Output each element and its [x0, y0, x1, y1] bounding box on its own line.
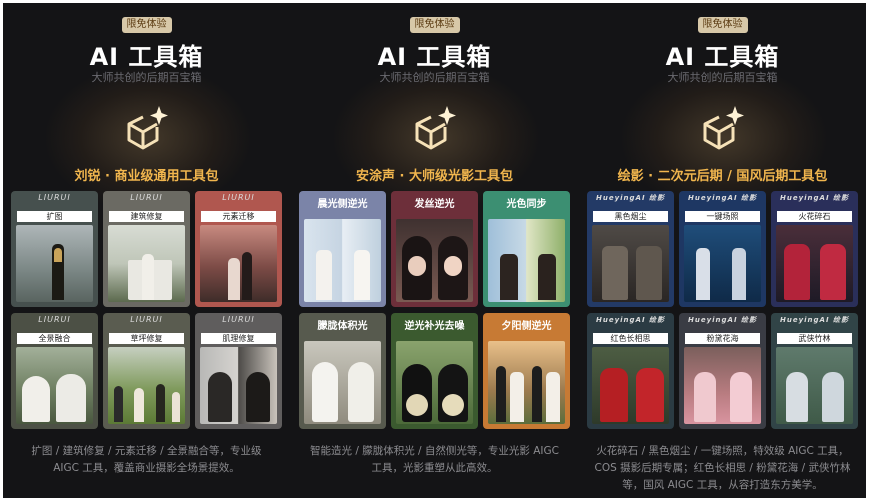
free-trial-badge[interactable]: 限免体验	[121, 17, 172, 33]
panel-description: 火花碎石 / 黑色烟尘 / 一键场照，特效级 AIGC 工具，COS 摄影后期专…	[594, 445, 851, 491]
toolbox-panel-liurui: 限免体验 AI 工具箱 大师共创的后期百宝箱 刘锐 · 商业级通用工具包 LIU…	[3, 3, 290, 498]
package-name: 刘锐 · 商业级通用工具包	[74, 169, 219, 184]
tool-grid: 晨光侧逆光 发丝逆光 光色同步 朦胧体积光 逆光补光去噪 夕阳侧逆光	[299, 191, 570, 431]
package-name: 安涂声 · 大师级光影工具包	[356, 169, 513, 184]
tool-card[interactable]: HueyingAI 绘影 黑色烟尘	[587, 191, 674, 307]
panel-title: AI 工具箱	[377, 43, 492, 71]
panel-subtitle: 大师共创的后期百宝箱	[667, 71, 778, 84]
tool-preview-image	[304, 219, 381, 302]
tool-label: 武侠竹林	[777, 333, 852, 344]
free-trial-badge[interactable]: 限免体验	[697, 17, 748, 33]
panel-subtitle: 大师共创的后期百宝箱	[91, 71, 202, 84]
cube-sparkle-icon	[127, 106, 168, 150]
brand-logo: HueyingAI 绘影	[687, 316, 757, 324]
tool-card[interactable]: LIURUI 全景融合	[11, 313, 98, 429]
tool-preview-image	[592, 225, 669, 302]
tool-preview-image	[684, 347, 761, 424]
tool-card[interactable]: LIURUI 肌理修复	[195, 313, 282, 429]
brand-logo: HueyingAI 绘影	[779, 316, 849, 324]
tool-grid: LIURUI 扩图 LIURUI 建筑修复 LIURUI 元素迁移 LIURUI…	[11, 191, 282, 431]
tool-label: 粉黛花海	[685, 333, 760, 344]
brand-logo: LIURUI	[130, 315, 163, 324]
tool-label: 建筑修复	[109, 211, 184, 222]
panel-subtitle: 大师共创的后期百宝箱	[379, 71, 490, 84]
tool-card[interactable]: LIURUI 草坪修复	[103, 313, 190, 429]
tool-preview-image	[488, 341, 565, 424]
promo-banner: 限免体验 AI 工具箱 大师共创的后期百宝箱 刘锐 · 商业级通用工具包 LIU…	[3, 3, 866, 498]
tool-label: 肌理修复	[201, 333, 276, 344]
tool-label: 发丝逆光	[414, 199, 455, 210]
tool-label: 夕阳侧逆光	[501, 321, 552, 332]
panel-title: AI 工具箱	[89, 43, 204, 71]
tool-preview-image	[592, 347, 669, 424]
tool-preview-image	[16, 225, 93, 302]
tool-preview-image	[304, 341, 381, 424]
tool-card[interactable]: 光色同步	[483, 191, 570, 307]
tool-preview-image	[16, 347, 93, 424]
toolbox-panel-antusheng: 限免体验 AI 工具箱 大师共创的后期百宝箱 安涂声 · 大师级光影工具包 晨光…	[291, 3, 578, 498]
tool-preview-image	[396, 219, 473, 302]
tool-card[interactable]: HueyingAI 绘影 粉黛花海	[679, 313, 766, 429]
tool-label: 晨光侧逆光	[317, 199, 368, 210]
tool-label: 全景融合	[17, 333, 92, 344]
brand-logo: HueyingAI 绘影	[687, 194, 757, 202]
tool-preview-image	[776, 347, 853, 424]
tool-preview-image	[684, 225, 761, 302]
brand-logo: LIURUI	[38, 315, 71, 324]
tool-preview-image	[108, 347, 185, 424]
brand-logo: LIURUI	[222, 315, 255, 324]
tool-preview-image	[108, 225, 185, 302]
panel-title: AI 工具箱	[665, 43, 780, 71]
tool-label: 草坪修复	[109, 333, 184, 344]
tool-card[interactable]: 晨光侧逆光	[299, 191, 386, 307]
tool-preview-image	[776, 225, 853, 302]
tool-label: 火花碎石	[777, 211, 852, 222]
brand-logo: LIURUI	[38, 193, 71, 202]
brand-logo: HueyingAI 绘影	[595, 316, 665, 324]
tool-card[interactable]: LIURUI 建筑修复	[103, 191, 190, 307]
tool-preview-image	[200, 225, 277, 302]
tool-preview-image	[396, 341, 473, 424]
free-trial-badge[interactable]: 限免体验	[409, 17, 460, 33]
package-name: 绘影 · 二次元后期 / 国风后期工具包	[617, 169, 828, 184]
brand-logo: LIURUI	[130, 193, 163, 202]
cube-sparkle-icon	[415, 106, 456, 150]
tool-card[interactable]: HueyingAI 绘影 火花碎石	[771, 191, 858, 307]
tool-label: 朦胧体积光	[317, 321, 368, 332]
tool-card[interactable]: LIURUI 扩图	[11, 191, 98, 307]
brand-logo: HueyingAI 绘影	[595, 194, 665, 202]
tool-grid: HueyingAI 绘影 黑色烟尘 HueyingAI 绘影 一键场照 Huey…	[587, 191, 858, 431]
tool-card[interactable]: 朦胧体积光	[299, 313, 386, 429]
tool-preview-image	[488, 219, 565, 302]
tool-label: 逆光补光去噪	[404, 321, 465, 332]
tool-card[interactable]: HueyingAI 绘影 武侠竹林	[771, 313, 858, 429]
tool-preview-image	[200, 347, 277, 424]
panel-description: 扩图 / 建筑修复 / 元素迁移 / 全景融合等，专业级 AIGC 工具，覆盖商…	[31, 445, 262, 474]
tool-card[interactable]: 发丝逆光	[391, 191, 478, 307]
cube-sparkle-icon	[703, 106, 744, 150]
panel-description: 智能造光 / 朦胧体积光 / 自然侧光等，专业光影 AIGC 工具，光影重塑从此…	[309, 445, 559, 474]
tool-label: 光色同步	[506, 199, 547, 210]
tool-card[interactable]: 夕阳侧逆光	[483, 313, 570, 429]
brand-logo: HueyingAI 绘影	[779, 194, 849, 202]
toolbox-panel-huiying: 限免体验 AI 工具箱 大师共创的后期百宝箱 绘影 · 二次元后期 / 国风后期…	[579, 3, 866, 498]
tool-label: 一键场照	[685, 211, 760, 222]
tool-label: 黑色烟尘	[593, 211, 668, 222]
tool-label: 红色长相思	[593, 333, 668, 344]
tool-label: 扩图	[17, 211, 92, 222]
brand-logo: LIURUI	[222, 193, 255, 202]
tool-card[interactable]: HueyingAI 绘影 红色长相思	[587, 313, 674, 429]
tool-card[interactable]: HueyingAI 绘影 一键场照	[679, 191, 766, 307]
tool-card[interactable]: 逆光补光去噪	[391, 313, 478, 429]
tool-card[interactable]: LIURUI 元素迁移	[195, 191, 282, 307]
tool-label: 元素迁移	[201, 211, 276, 222]
